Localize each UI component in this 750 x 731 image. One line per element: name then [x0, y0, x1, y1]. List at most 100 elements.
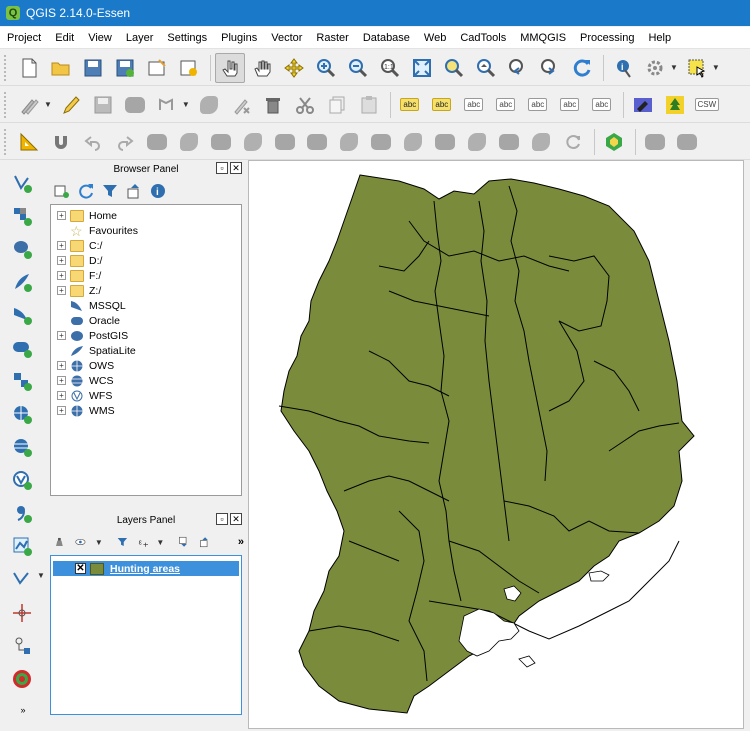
merge-attributes-button[interactable] [526, 127, 556, 157]
layer-styling-icon[interactable] [54, 534, 65, 550]
open-project-button[interactable] [46, 53, 76, 83]
menu-plugins[interactable]: Plugins [214, 32, 264, 44]
expand-all-icon[interactable] [178, 534, 189, 550]
identify-features-button[interactable]: i [608, 53, 638, 83]
menu-database[interactable]: Database [356, 32, 417, 44]
close-panel-button[interactable]: ✕ [230, 513, 242, 525]
add-virtual-layer-button[interactable] [6, 366, 38, 396]
browser-item-wcs[interactable]: + WCS [51, 373, 241, 388]
simplify-feature-button[interactable] [174, 127, 204, 157]
undo-button[interactable] [78, 127, 108, 157]
zoom-out-button[interactable] [343, 53, 373, 83]
expand-toggle[interactable]: + [57, 211, 66, 220]
toolbar-grip[interactable] [4, 54, 10, 81]
add-part-button[interactable] [238, 127, 268, 157]
add-oracle-layer-button[interactable] [6, 333, 38, 363]
more-tools-chevron-icon[interactable]: » [238, 536, 244, 548]
zoom-next-button[interactable] [535, 53, 565, 83]
delete-button[interactable] [258, 90, 288, 120]
browser-item-c-drive[interactable]: + C:/ [51, 238, 241, 253]
chevron-down-icon[interactable]: ▼ [95, 538, 103, 547]
add-wcs-layer-button[interactable] [6, 432, 38, 462]
zoom-in-button[interactable] [311, 53, 341, 83]
layer-visibility-checkbox[interactable]: ✕ [75, 563, 86, 574]
expand-toggle[interactable]: + [57, 376, 66, 385]
menu-cadtools[interactable]: CadTools [453, 32, 513, 44]
browser-item-mssql[interactable]: MSSQL [51, 298, 241, 313]
save-layer-edits-button[interactable] [88, 90, 118, 120]
browser-item-z-drive[interactable]: + Z:/ [51, 283, 241, 298]
node-tool-button[interactable] [194, 90, 224, 120]
rotate-label-button[interactable]: abc [555, 90, 585, 120]
add-ring-button[interactable] [206, 127, 236, 157]
filter-icon[interactable] [102, 183, 118, 199]
new-shapefile-layer-button[interactable] [6, 564, 38, 594]
expand-toggle[interactable]: + [57, 331, 66, 340]
browser-item-f-drive[interactable]: + F:/ [51, 268, 241, 283]
collapse-all-icon[interactable] [126, 183, 142, 199]
menu-project[interactable]: Project [0, 32, 48, 44]
info-icon[interactable]: i [150, 183, 166, 199]
layer-labeling-options-button[interactable]: abc [395, 90, 425, 120]
enable-snapping-button[interactable] [46, 127, 76, 157]
chevron-down-icon[interactable]: ▼ [182, 100, 190, 109]
new-project-button[interactable] [14, 53, 44, 83]
add-mssql-layer-button[interactable] [6, 300, 38, 330]
zoom-last-button[interactable] [503, 53, 533, 83]
chevron-down-icon[interactable]: ▼ [712, 63, 720, 72]
plugin-tree-button[interactable] [660, 90, 690, 120]
browser-item-postgis[interactable]: + PostGIS [51, 328, 241, 343]
plugin-info-button[interactable] [640, 127, 670, 157]
toolbar-grip[interactable] [4, 91, 10, 118]
save-as-button[interactable] [110, 53, 140, 83]
chevron-double-down-icon[interactable]: » [20, 705, 25, 715]
rotate-feature-button[interactable] [142, 127, 172, 157]
gps-information-button[interactable] [6, 631, 38, 661]
reshape-features-button[interactable] [366, 127, 396, 157]
expand-toggle[interactable]: + [57, 406, 66, 415]
expand-toggle[interactable]: + [57, 286, 66, 295]
composer-manager-button[interactable] [174, 53, 204, 83]
menu-view[interactable]: View [81, 32, 119, 44]
hunting-areas-map[interactable] [249, 161, 743, 728]
add-postgis-layer-button[interactable] [6, 234, 38, 264]
zoom-native-resolution-button[interactable]: 1:1 [375, 53, 405, 83]
zoom-to-layer-button[interactable] [471, 53, 501, 83]
paste-features-button[interactable] [354, 90, 384, 120]
pan-to-selection-button[interactable] [279, 53, 309, 83]
toggle-editing-button[interactable] [56, 90, 86, 120]
close-panel-button[interactable]: ✕ [230, 162, 242, 174]
expand-toggle[interactable]: + [57, 271, 66, 280]
measure-line-button[interactable] [6, 598, 38, 628]
run-feature-action-button[interactable] [640, 53, 670, 83]
browser-item-oracle[interactable]: Oracle [51, 313, 241, 328]
add-feature-button[interactable] [120, 90, 150, 120]
move-label-button[interactable]: abc [523, 90, 553, 120]
menu-mmqgis[interactable]: MMQGIS [513, 32, 573, 44]
save-project-button[interactable] [78, 53, 108, 83]
add-gpx-layer-button[interactable] [6, 531, 38, 561]
current-edits-button[interactable] [14, 90, 44, 120]
float-panel-button[interactable]: ▫ [216, 162, 228, 174]
move-feature-button[interactable] [152, 90, 182, 120]
menu-processing[interactable]: Processing [573, 32, 641, 44]
add-raster-layer-button[interactable] [6, 201, 38, 231]
float-panel-button[interactable]: ▫ [216, 513, 228, 525]
expand-toggle[interactable]: + [57, 241, 66, 250]
cut-features-button[interactable] [290, 90, 320, 120]
zoom-to-selection-button[interactable] [439, 53, 469, 83]
pin-labels-button[interactable]: abc [427, 90, 457, 120]
browser-item-ows[interactable]: + OWS [51, 358, 241, 373]
menu-web[interactable]: Web [417, 32, 453, 44]
merge-features-button[interactable] [494, 127, 524, 157]
toolbar-grip[interactable] [4, 128, 10, 155]
filter-legend-icon[interactable] [117, 534, 128, 550]
menu-help[interactable]: Help [641, 32, 678, 44]
add-spatialite-layer-button[interactable] [6, 267, 38, 297]
offset-curve-button[interactable] [398, 127, 428, 157]
new-print-composer-button[interactable] [142, 53, 172, 83]
copy-features-button[interactable] [322, 90, 352, 120]
heatmap-plugin-button[interactable] [6, 664, 38, 694]
rotate-point-symbols-button[interactable] [558, 127, 588, 157]
refresh-icon[interactable] [78, 183, 94, 199]
